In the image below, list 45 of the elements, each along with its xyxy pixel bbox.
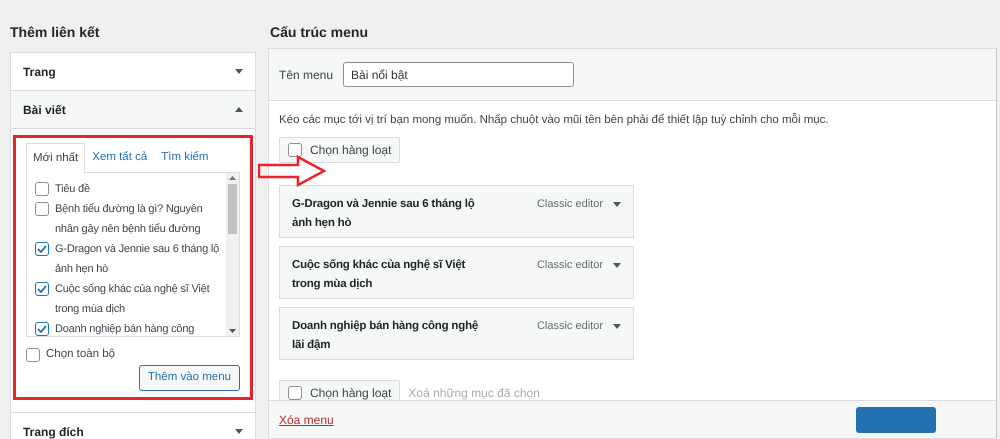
checked-checkbox[interactable] — [35, 242, 49, 256]
post-title[interactable]: Bệnh tiểu đường là gì? Nguyên nhân gây nên bệnh tiểu đường — [55, 199, 223, 239]
add-to-menu-button[interactable]: Thêm vào menu — [138, 365, 240, 391]
arrow-annotation — [258, 155, 326, 187]
checkbox[interactable] — [35, 182, 49, 196]
caret-down-icon[interactable] — [613, 324, 621, 329]
checked-checkbox[interactable] — [35, 282, 49, 296]
checkbox[interactable] — [26, 348, 40, 362]
field-label: Tên menu — [279, 66, 334, 84]
scrollbar-thumb[interactable] — [228, 184, 237, 234]
checkbox[interactable] — [288, 143, 302, 157]
menu-name-field[interactable]: Bài nổi bật — [343, 62, 574, 87]
tab[interactable]: Xem tất cả — [85, 142, 154, 172]
caret-down-icon[interactable] — [613, 262, 621, 268]
menu-item-card[interactable]: Doanh nghiệp bán hàng công nghệ lãi đậm Classic editor — [279, 307, 634, 360]
instructions-text: Kéo các mục tới vị trí bạn mong muốn. Nhấp chuột vào mũi tên bên phải để thiết lập tuỳ chỉnh cho mỗi mục. — [279, 112, 830, 128]
accordion-header[interactable]: Bài viết — [11, 91, 255, 129]
caret-down-icon[interactable] — [613, 202, 621, 207]
section-heading: Cấu trúc menu — [269, 23, 370, 42]
delete-menu-link[interactable]: Xóa menu — [279, 410, 334, 428]
caret-up-icon[interactable] — [235, 107, 243, 112]
scrollbar[interactable] — [226, 173, 239, 336]
section-heading: Thêm liên kết — [10, 23, 100, 42]
menu-item-card[interactable]: Cuộc sống khác của nghệ sĩ Việt trong mùa dịch Classic editor — [279, 246, 634, 299]
post-title[interactable]: Doanh nghiệp bán hàng công — [55, 319, 194, 336]
item-type-label: Classic editor — [536, 197, 603, 212]
bulk-select-toggle[interactable]: Chọn hàng loạt — [279, 380, 400, 400]
menu-item-card[interactable]: G-Dragon và Jennie sau 6 tháng lộ ảnh hẹn hò Classic editor — [279, 185, 634, 238]
scroll-down-icon[interactable] — [229, 329, 236, 333]
item-type-label: Classic editor — [536, 319, 603, 334]
checkbox[interactable] — [35, 202, 49, 216]
primary-button[interactable] — [856, 406, 936, 432]
tab[interactable]: Tìm kiếm — [154, 142, 216, 172]
post-title[interactable]: G-Dragon và Jennie sau 6 tháng lộ ảnh hẹn hò — [55, 239, 223, 279]
caret-down-icon[interactable] — [235, 429, 243, 434]
bulk-select-toggle[interactable]: Chọn hàng loạt — [279, 137, 400, 163]
item-type-label: Classic editor — [536, 258, 603, 273]
scroll-up-icon[interactable] — [229, 176, 236, 180]
select-all-label[interactable]: Chọn toàn bộ — [46, 346, 116, 364]
checked-checkbox[interactable] — [35, 322, 49, 336]
post-title[interactable]: Tiêu đề — [55, 179, 90, 199]
post-title[interactable]: Cuộc sống khác của nghệ sĩ Việt trong mùa dịch — [55, 279, 223, 319]
caret-down-icon[interactable] — [235, 69, 243, 74]
checkbox[interactable] — [288, 386, 302, 400]
tab[interactable]: Mới nhất — [26, 142, 86, 173]
